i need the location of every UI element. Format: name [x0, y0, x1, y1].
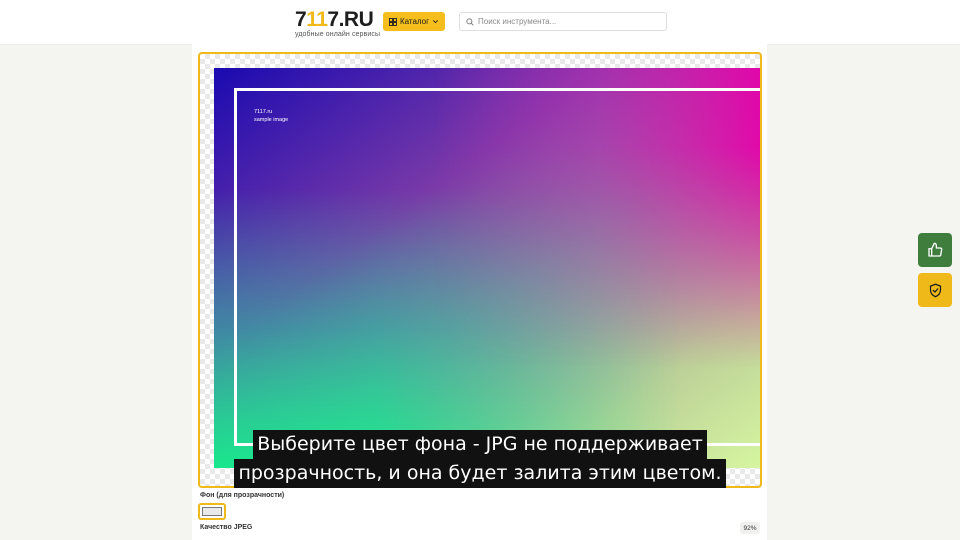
- thumbs-up-icon: [928, 242, 943, 257]
- logo-wordmark: 7117.RU: [295, 8, 374, 31]
- search-box[interactable]: [459, 12, 667, 31]
- jpeg-quality-value: 92%: [740, 522, 760, 534]
- catalog-label: Каталог: [399, 17, 430, 26]
- security-button[interactable]: [918, 273, 952, 307]
- logo-tagline: удобные онлайн сервисы: [295, 31, 381, 38]
- chevron-down-icon: [433, 20, 439, 24]
- sample-image: 7117.ru sample image: [214, 68, 760, 468]
- caption-line-2: sample image: [254, 117, 289, 123]
- image-preview[interactable]: 7117.ru sample image: [198, 52, 762, 488]
- shield-check-icon: [929, 283, 941, 297]
- search-input[interactable]: [478, 17, 658, 26]
- background-color-swatch[interactable]: [198, 503, 226, 520]
- like-button[interactable]: [918, 233, 952, 267]
- search-icon: [466, 17, 474, 26]
- site-logo[interactable]: 7117.RU удобные онлайн сервисы: [295, 9, 380, 39]
- jpeg-quality-label: Качество JPEG: [200, 524, 253, 531]
- catalog-button[interactable]: Каталог: [383, 12, 445, 31]
- site-header: 7117.RU удобные онлайн сервисы Каталог: [0, 0, 960, 45]
- background-color-label: Фон (для прозрачности): [200, 492, 285, 499]
- sample-image-frame: [234, 88, 760, 446]
- video-subtitles: Выберите цвет фона - JPG не поддерживает…: [0, 430, 960, 488]
- subtitle-line-2: прозрачность, и она будет залита этим цв…: [234, 459, 726, 488]
- caption-line-1: 7117.ru: [254, 109, 273, 115]
- background-color-preview: [202, 507, 222, 516]
- subtitle-line-1: Выберите цвет фона - JPG не поддерживает: [253, 430, 707, 459]
- sample-image-caption: 7117.ru sample image: [254, 108, 288, 124]
- grid-icon: [389, 17, 397, 26]
